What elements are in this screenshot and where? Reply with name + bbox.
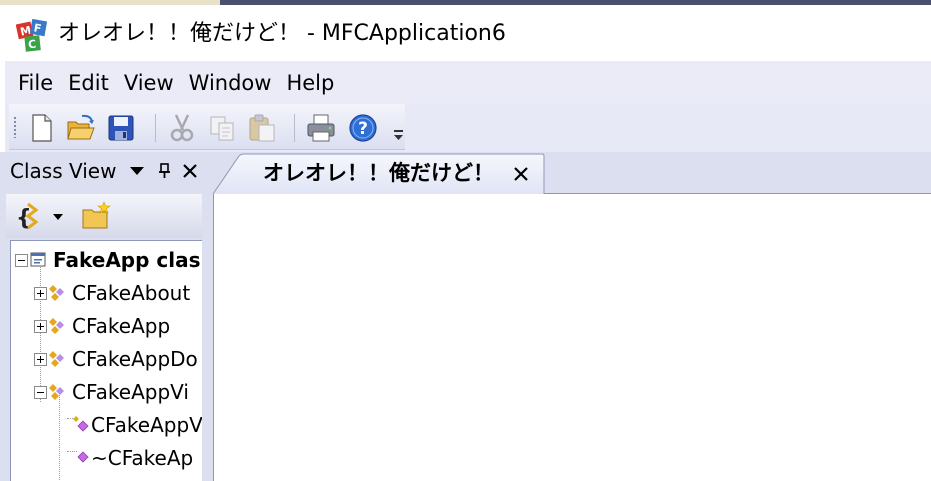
document-tab-label: オレオレ！！俺だけど！ [263, 161, 494, 185]
svg-text:C: C [27, 38, 36, 52]
printer-icon[interactable] [305, 112, 337, 144]
mfc-app-icon: M F C [16, 19, 48, 52]
project-icon [30, 252, 46, 267]
tree-expand-toggle[interactable] [34, 320, 47, 333]
tree-collapse-toggle[interactable] [34, 386, 47, 399]
menu-edit[interactable]: Edit [68, 68, 109, 98]
svg-text:?: ? [358, 119, 368, 139]
new-folder-icon[interactable] [80, 200, 112, 232]
tree-item-label: FakeApp clas [53, 248, 201, 272]
sort-dropdown-chevron-icon[interactable] [50, 200, 66, 232]
toolbar-area: ? [5, 104, 931, 152]
class-icon [49, 285, 64, 301]
menu-window[interactable]: Window [189, 68, 272, 98]
class-icon [49, 384, 64, 400]
tree-item-label: CFakeAppDo [72, 347, 198, 371]
close-icon[interactable] [181, 162, 199, 180]
window-title: オレオレ！！俺だけど！ - MFCApplication6 [58, 21, 506, 46]
class-view-pane: Class View {FakeApp clas CFakeAbout CFa… [0, 152, 207, 481]
menu-file[interactable]: File [18, 68, 53, 98]
tree-item-class[interactable]: CFakeAppVi [11, 376, 202, 408]
open-folder-icon[interactable] [65, 112, 97, 144]
toolbar-separator [294, 114, 295, 142]
new-file-icon[interactable] [25, 112, 57, 144]
save-disk-icon[interactable] [105, 112, 137, 144]
method-icon [73, 416, 89, 432]
tree-item-class[interactable]: CFakeAppDo [11, 343, 202, 375]
document-tab[interactable]: オレオレ！！俺だけど！ [213, 153, 545, 194]
tree-item-label: CFakeAppVi [72, 380, 189, 404]
tree-item-project[interactable]: FakeApp clas [11, 244, 202, 276]
class-icon [49, 351, 64, 367]
tree-item-class[interactable]: CFakeAbout [11, 277, 202, 309]
title-bar[interactable]: M F C オレオレ！！俺だけど！ - MFCApplication6 [0, 5, 931, 61]
class-view-toolbar: { [6, 194, 202, 238]
tree-item-label: ~CFakeAp [91, 446, 194, 470]
class-view-title: Class View [10, 159, 117, 183]
standard-toolbar: ? [9, 104, 405, 150]
paste-clipboard-icon[interactable] [246, 112, 278, 144]
class-view-header[interactable]: Class View [0, 152, 207, 190]
tree-expand-toggle[interactable] [34, 353, 47, 366]
toolbar-separator [155, 114, 156, 142]
toolbar-overflow-chevron-icon[interactable] [392, 118, 405, 142]
method-icon [77, 451, 89, 463]
menu-help[interactable]: Help [286, 68, 334, 98]
tree-item-label: CFakeApp [72, 314, 171, 338]
document-view[interactable] [213, 194, 931, 481]
class-icon [49, 318, 64, 334]
tree-collapse-toggle[interactable] [15, 254, 28, 267]
class-view-sort-icon[interactable]: { [14, 200, 46, 232]
tree-item-method[interactable]: CFakeAppV [11, 409, 202, 441]
tree-item-class[interactable]: CFakeApp [11, 310, 202, 342]
copy-icon[interactable] [206, 112, 238, 144]
toolbar-grip-icon[interactable] [13, 116, 17, 138]
tree-item-label: CFakeAppV [91, 413, 202, 437]
help-question-icon[interactable]: ? [347, 112, 379, 144]
tree-item-method[interactable]: ~CFakeAp [11, 442, 202, 474]
menu-view[interactable]: View [124, 68, 174, 98]
menu-bar: File Edit View Window Help [5, 61, 931, 104]
pane-menu-dropdown-icon[interactable] [128, 162, 146, 180]
cut-scissors-icon[interactable] [166, 112, 198, 144]
class-tree[interactable]: FakeApp clas CFakeAbout CFakeApp CFakeAp… [10, 240, 202, 481]
tab-close-icon[interactable] [511, 164, 531, 184]
tree-expand-toggle[interactable] [34, 287, 47, 300]
tree-item-label: CFakeAbout [72, 281, 191, 305]
pin-icon[interactable] [156, 162, 174, 180]
